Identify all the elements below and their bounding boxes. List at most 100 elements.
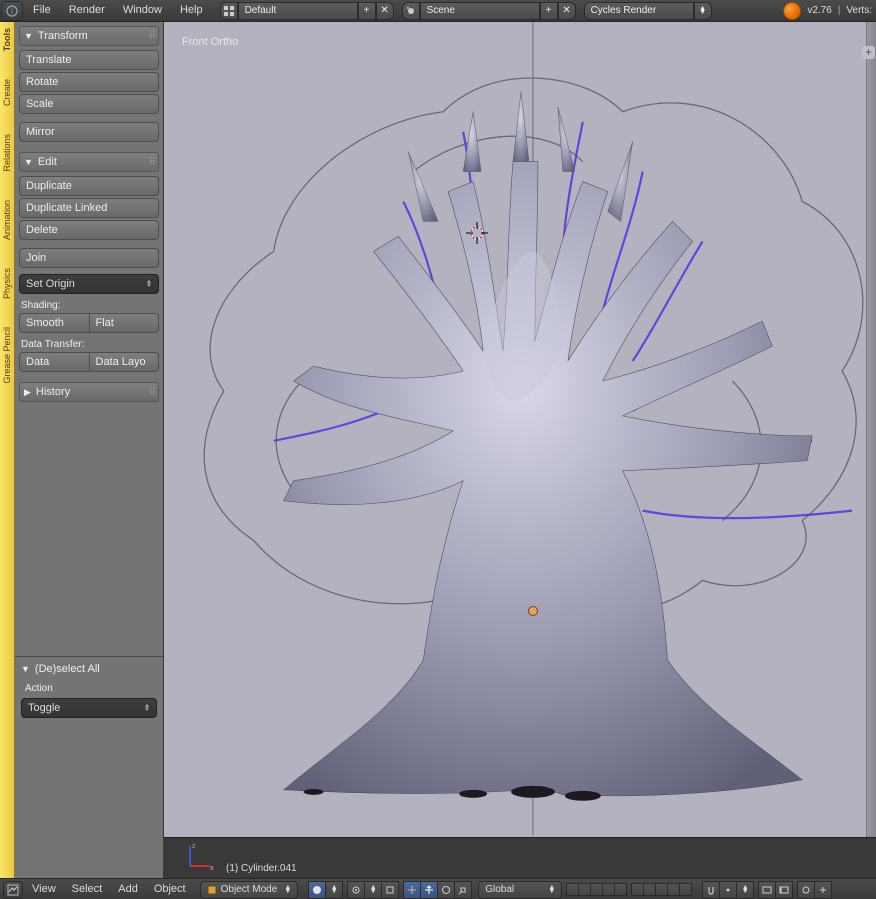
scene-delete-button[interactable]: ✕ (558, 2, 576, 20)
misc-toggle-buttons (797, 881, 832, 899)
object-origin-icon (528, 606, 538, 616)
snap-target-icon[interactable]: ▲▼ (736, 881, 754, 899)
layer-4[interactable] (602, 883, 614, 896)
toolshelf-tabs: Tools Create Relations Animation Physics… (0, 22, 15, 878)
menu-view[interactable]: View (24, 879, 64, 899)
version-text: v2.76 (807, 5, 831, 16)
manipulator-rotate-icon[interactable] (437, 881, 454, 899)
svg-text:z: z (192, 843, 196, 850)
manipulator-buttons (403, 881, 472, 899)
tab-create[interactable]: Create (2, 79, 12, 106)
layout-add-button[interactable]: + (358, 2, 376, 20)
set-origin-dropdown[interactable]: Set Origin▲▼ (19, 274, 159, 294)
layer-buttons (566, 883, 627, 896)
shading-mode-buttons: ▲▼ (308, 881, 343, 899)
toggle-b-icon[interactable] (814, 881, 832, 899)
toggle-a-icon[interactable] (797, 881, 814, 899)
tab-relations[interactable]: Relations (2, 134, 12, 172)
active-object-name: (1) Cylinder.041 (226, 863, 297, 874)
operator-header: (De)select All (35, 663, 100, 675)
opengl-render-anim-icon[interactable] (775, 881, 793, 899)
tab-physics[interactable]: Physics (2, 268, 12, 299)
top-menu-bar: i File Render Window Help Default + ✕ Sc… (0, 0, 876, 22)
history-panel-header[interactable]: ▶History⠿ (19, 382, 159, 402)
layer-2[interactable] (578, 883, 590, 896)
mirror-button[interactable]: Mirror (19, 122, 159, 142)
render-preview-buttons (758, 881, 793, 899)
action-dropdown[interactable]: Toggle▲▼ (21, 698, 157, 718)
pivot-buttons: ▲▼ (347, 881, 399, 899)
viewport-orientation-label: Front Ortho (182, 36, 238, 48)
layer-7[interactable] (643, 883, 655, 896)
menu-render[interactable]: Render (60, 0, 114, 21)
snap-toggle-icon[interactable] (702, 881, 719, 899)
orientation-selector[interactable]: Global ▲▼ (478, 881, 562, 899)
3d-cursor-icon (466, 222, 488, 244)
viewport-right-edge[interactable] (866, 22, 876, 838)
tab-tools[interactable]: Tools (2, 28, 12, 51)
menu-file[interactable]: File (24, 0, 60, 21)
layer-3[interactable] (590, 883, 602, 896)
layer-6[interactable] (631, 883, 643, 896)
scale-button[interactable]: Scale (19, 94, 159, 114)
manipulate-center-icon[interactable] (381, 881, 399, 899)
blender-logo-icon (783, 2, 801, 20)
translate-button[interactable]: Translate (19, 50, 159, 70)
layer-1[interactable] (566, 883, 578, 896)
transform-panel-header[interactable]: ▼Transform⠿ (19, 26, 159, 46)
screen-layout-selector[interactable]: Default + ✕ (220, 2, 394, 20)
layer-5[interactable] (614, 883, 627, 896)
delete-button[interactable]: Delete (19, 220, 159, 240)
pivot-menu-icon[interactable]: ▲▼ (364, 881, 381, 899)
menu-object[interactable]: Object (146, 879, 194, 899)
scene-selector[interactable]: Scene + ✕ (402, 2, 576, 20)
menu-help[interactable]: Help (171, 0, 212, 21)
viewport-info-bar: z x (1) Cylinder.041 (164, 837, 876, 878)
shading-flat-button[interactable]: Flat (90, 313, 160, 333)
duplicate-button[interactable]: Duplicate (19, 176, 159, 196)
layout-delete-button[interactable]: ✕ (376, 2, 394, 20)
scene-add-button[interactable]: + (540, 2, 558, 20)
shading-solid-icon[interactable] (308, 881, 325, 899)
stats-text: Verts: (846, 5, 872, 16)
manipulator-toggle-icon[interactable] (403, 881, 420, 899)
action-label: Action (25, 683, 157, 694)
3d-viewport[interactable]: Front Ortho + z x (1) Cylinder.041 (164, 22, 876, 878)
manipulator-translate-icon[interactable] (420, 881, 437, 899)
editor-type-icon[interactable] (3, 881, 23, 899)
properties-panel-toggle[interactable]: + (862, 46, 875, 59)
layer-9[interactable] (667, 883, 679, 896)
axis-widget-icon: z x (182, 840, 216, 874)
menu-select[interactable]: Select (64, 879, 111, 899)
data-button[interactable]: Data (19, 352, 90, 372)
snap-buttons: ▲▼ (702, 881, 754, 899)
tool-shelf: ▼Transform⠿ Translate Rotate Scale Mirro… (15, 22, 164, 878)
shading-label: Shading: (21, 300, 159, 311)
manipulator-scale-icon[interactable] (454, 881, 472, 899)
viewport-header: View Select Add Object Object Mode ▲▼ ▲▼… (0, 878, 876, 899)
tab-animation[interactable]: Animation (2, 200, 12, 240)
svg-text:i: i (11, 7, 13, 16)
shading-menu-icon[interactable]: ▲▼ (325, 881, 343, 899)
pivot-icon[interactable] (347, 881, 364, 899)
render-engine-selector[interactable]: Cycles Render ▲▼ (584, 2, 712, 20)
opengl-render-icon[interactable] (758, 881, 775, 899)
svg-text:x: x (210, 865, 214, 872)
shading-smooth-button[interactable]: Smooth (19, 313, 90, 333)
tab-grease-pencil[interactable]: Grease Pencil (2, 327, 12, 384)
info-editor-icon[interactable]: i (1, 1, 23, 21)
data-transfer-label: Data Transfer: (21, 339, 159, 350)
layer-buttons-2 (631, 883, 692, 896)
menu-add[interactable]: Add (110, 879, 146, 899)
rotate-button[interactable]: Rotate (19, 72, 159, 92)
join-button[interactable]: Join (19, 248, 159, 268)
duplicate-linked-button[interactable]: Duplicate Linked (19, 198, 159, 218)
layer-10[interactable] (679, 883, 692, 896)
menu-window[interactable]: Window (114, 0, 171, 21)
viewport-content (164, 22, 876, 836)
data-layout-button[interactable]: Data Layo (90, 352, 160, 372)
mode-selector[interactable]: Object Mode ▲▼ (200, 881, 299, 899)
layer-8[interactable] (655, 883, 667, 896)
snap-element-icon[interactable] (719, 881, 736, 899)
edit-panel-header[interactable]: ▼Edit⠿ (19, 152, 159, 172)
